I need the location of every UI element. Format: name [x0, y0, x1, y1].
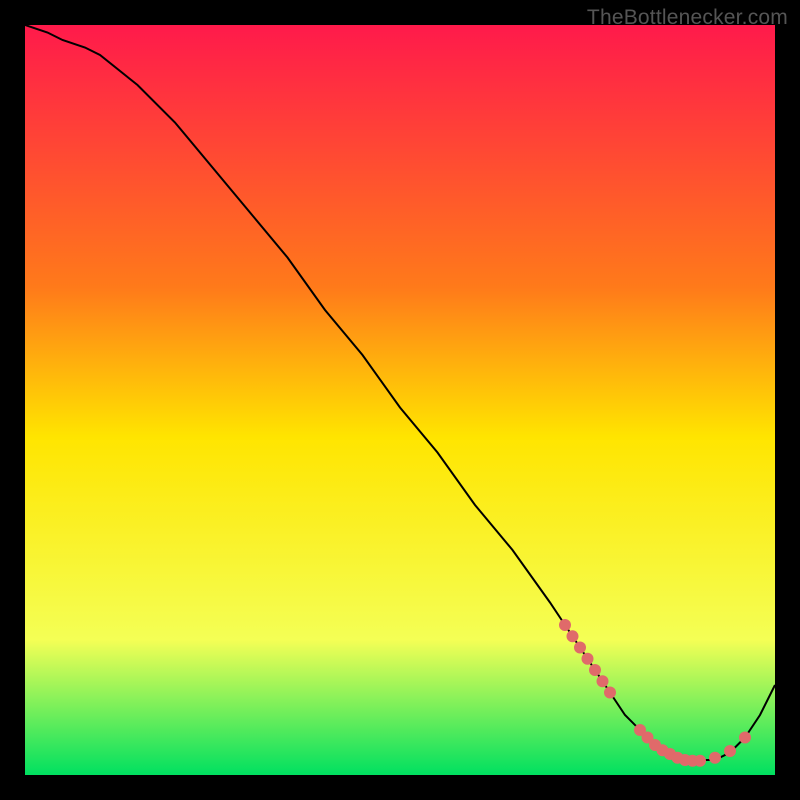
highlight-dot — [582, 653, 594, 665]
plot-svg — [25, 25, 775, 775]
plot-area — [25, 25, 775, 775]
highlight-dot — [597, 675, 609, 687]
highlight-dot — [709, 752, 721, 764]
highlight-dot — [739, 732, 751, 744]
highlight-dot — [589, 664, 601, 676]
highlight-dot — [694, 755, 706, 767]
highlight-dot — [559, 619, 571, 631]
highlight-dot — [604, 687, 616, 699]
highlight-dot — [567, 630, 579, 642]
gradient-background — [25, 25, 775, 775]
highlight-dot — [724, 745, 736, 757]
highlight-dot — [574, 642, 586, 654]
chart-stage: TheBottlenecker.com — [0, 0, 800, 800]
